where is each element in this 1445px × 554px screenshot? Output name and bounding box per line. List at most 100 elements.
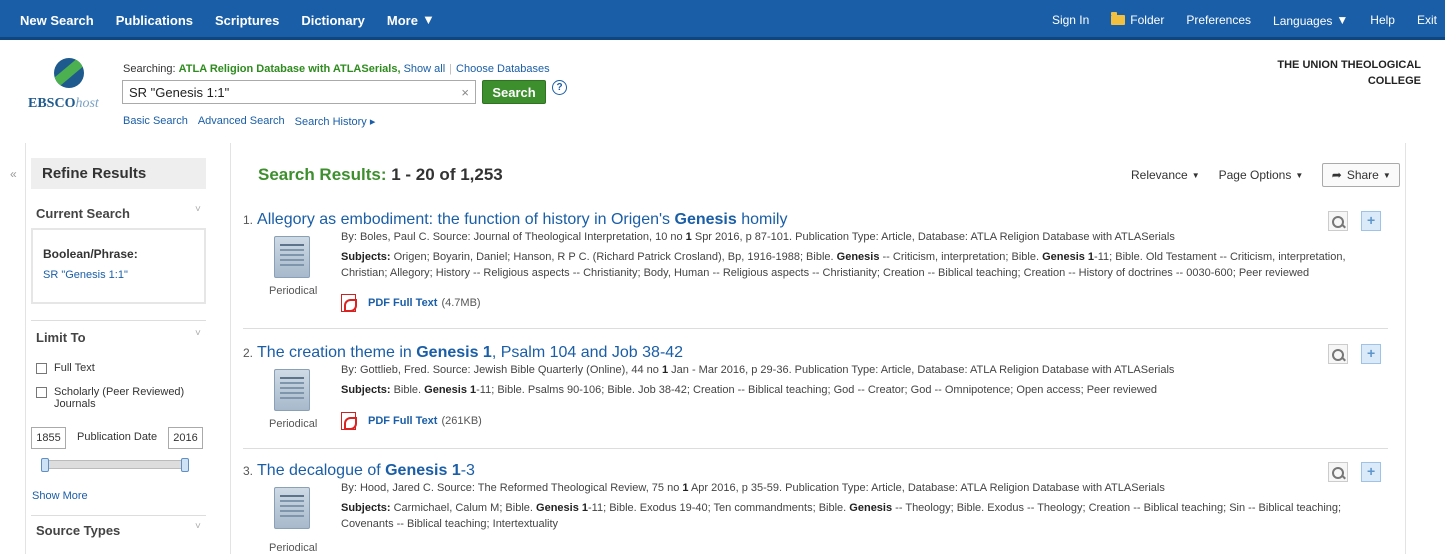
logo-word: EBSCO [28,96,76,111]
add-to-folder-icon[interactable] [1361,462,1381,482]
title-highlight: Genesis 1 [416,344,492,361]
collapse-sidebar-icon[interactable]: « [10,167,17,181]
preview-icon[interactable] [1328,462,1348,482]
sort-dropdown[interactable]: Relevance ▼ [1131,168,1200,182]
subjects-label: Subjects: [341,384,391,396]
nav-more-label: More [386,13,418,28]
title-part: The decalogue of [257,462,386,479]
result-title-link[interactable]: 1. Allegory as embodiment: the function o… [243,211,787,229]
advanced-search-link[interactable]: Advanced Search [198,115,285,128]
logo-suffix: host [75,96,99,111]
clear-icon[interactable]: × [461,85,469,100]
title-highlight: Genesis [674,211,737,228]
nav-help[interactable]: Help [1370,13,1395,27]
date-to-input[interactable]: 2016 [168,427,203,449]
citation-part: Apr 2016, p 35-59. Publication Type: Art… [688,482,1165,494]
publication-date-range: 1855 Publication Date 2016 [31,427,206,449]
subjects-label: Subjects: [341,502,391,514]
periodical-icon[interactable] [274,236,310,278]
date-from-input[interactable]: 1855 [31,427,66,449]
scholarly-checkbox[interactable]: Scholarly (Peer Reviewed) Journals [36,386,201,410]
show-more-link[interactable]: Show More [32,490,88,502]
choose-databases-link[interactable]: Choose Databases [456,63,550,75]
publication-type-label: Periodical [269,542,318,554]
periodical-icon[interactable] [274,487,310,529]
subjects-part: Origen; Boyarin, Daniel; Hanson, R P C. … [390,251,837,263]
folder-icon [1111,12,1126,25]
slider-handle-left[interactable] [41,458,49,472]
nav-preferences[interactable]: Preferences [1186,13,1251,27]
page-options-dropdown[interactable]: Page Options ▼ [1219,168,1304,182]
pdf-full-text-link[interactable]: PDF Full Text [368,415,437,427]
checkbox-box[interactable] [36,363,47,374]
title-part: homily [736,211,788,228]
nav-right: Sign In Folder Preferences Languages ▼ He… [1052,0,1437,40]
result-title-link[interactable]: 3. The decalogue of Genesis 1-3 [243,462,475,480]
search-sublinks: Basic Search Advanced Search Search Hist… [123,115,375,128]
result-item: 3. The decalogue of Genesis 1-3 Periodica… [243,462,1388,554]
subjects-highlight: Genesis 1 [424,384,477,396]
result-tools [1328,344,1381,364]
show-all-link[interactable]: Show all [404,63,446,75]
share-button[interactable]: ➦ Share ▼ [1322,163,1401,187]
full-text-checkbox[interactable]: Full Text [36,362,95,374]
nav-dictionary[interactable]: Dictionary [301,13,365,28]
periodical-icon[interactable] [274,369,310,411]
result-item: 2. The creation theme in Genesis 1, Psalm… [243,344,1388,444]
search-history-link[interactable]: Search History ▸ [295,115,376,128]
limit-to-label: Limit To [36,330,86,345]
current-search-header[interactable]: Current Search ˅ [36,204,201,221]
boolean-phrase-value[interactable]: SR "Genesis 1:1" [43,269,204,281]
nav-folder[interactable]: Folder [1111,12,1165,27]
slider-handle-right[interactable] [181,458,189,472]
searching-prefix: Searching: [123,63,176,75]
checkbox-box[interactable] [36,387,47,398]
title-part: -3 [460,462,475,479]
result-subjects: Subjects: Bible. Genesis 1-11; Bible. Ps… [341,382,1381,398]
divider [31,320,206,321]
source-types-header[interactable]: Source Types ˅ [36,521,201,538]
add-to-folder-icon[interactable] [1361,344,1381,364]
nav-folder-label: Folder [1130,13,1165,27]
date-slider[interactable] [41,458,189,472]
nav-new-search[interactable]: New Search [20,13,94,28]
publication-type-label: Periodical [269,285,318,297]
basic-search-link[interactable]: Basic Search [123,115,188,128]
result-tools [1328,211,1381,231]
chevron-down-icon: ˅ [195,328,201,339]
results-toolbar: Relevance ▼ Page Options ▼ ➦ Share ▼ [1131,163,1401,187]
pdf-full-text[interactable]: PDF Full Text (4.7MB) [341,294,481,312]
result-title-link[interactable]: 2. The creation theme in Genesis 1, Psalm… [243,344,683,362]
nav-languages[interactable]: Languages ▼ [1273,13,1348,28]
nav-more[interactable]: More ▼ [387,12,435,28]
result-number: 2. [243,346,254,360]
title-part: The creation theme in [257,344,417,361]
ebsco-globe-icon [54,58,84,88]
search-button[interactable]: Search [482,80,546,104]
nav-scriptures[interactable]: Scriptures [215,13,279,28]
nav-exit[interactable]: Exit [1417,13,1437,27]
search-input[interactable] [123,81,443,103]
citation-part: By: Gottlieb, Fred. Source: Jewish Bible… [341,364,662,376]
result-number: 1. [243,213,254,227]
preview-icon[interactable] [1328,211,1348,231]
preview-icon[interactable] [1328,344,1348,364]
nav-sign-in[interactable]: Sign In [1052,13,1089,27]
help-icon[interactable]: ? [552,80,567,95]
nav-languages-label: Languages [1273,13,1333,28]
title-part: Allegory as embodiment: the function of … [257,211,675,228]
subjects-part: -- Criticism, interpretation; Bible. [879,251,1043,263]
right-divider [1405,143,1406,554]
add-to-folder-icon[interactable] [1361,211,1381,231]
pdf-icon [341,294,357,312]
ebscohost-logo[interactable]: EBSCOhost [28,58,118,118]
limit-to-header[interactable]: Limit To ˅ [36,328,201,345]
pdf-full-text[interactable]: PDF Full Text (261KB) [341,412,482,430]
nav-publications[interactable]: Publications [116,13,193,28]
main-divider [230,143,231,554]
subjects-highlight: Genesis 1 [536,502,588,514]
subjects-part: -11; Bible. Psalms 90-106; Bible. Job 38… [476,384,1158,396]
top-navigation-bar: New Search Publications Scriptures Dicti… [0,0,1445,40]
scholarly-label: Scholarly (Peer Reviewed) Journals [54,386,185,410]
pdf-full-text-link[interactable]: PDF Full Text [368,297,437,309]
